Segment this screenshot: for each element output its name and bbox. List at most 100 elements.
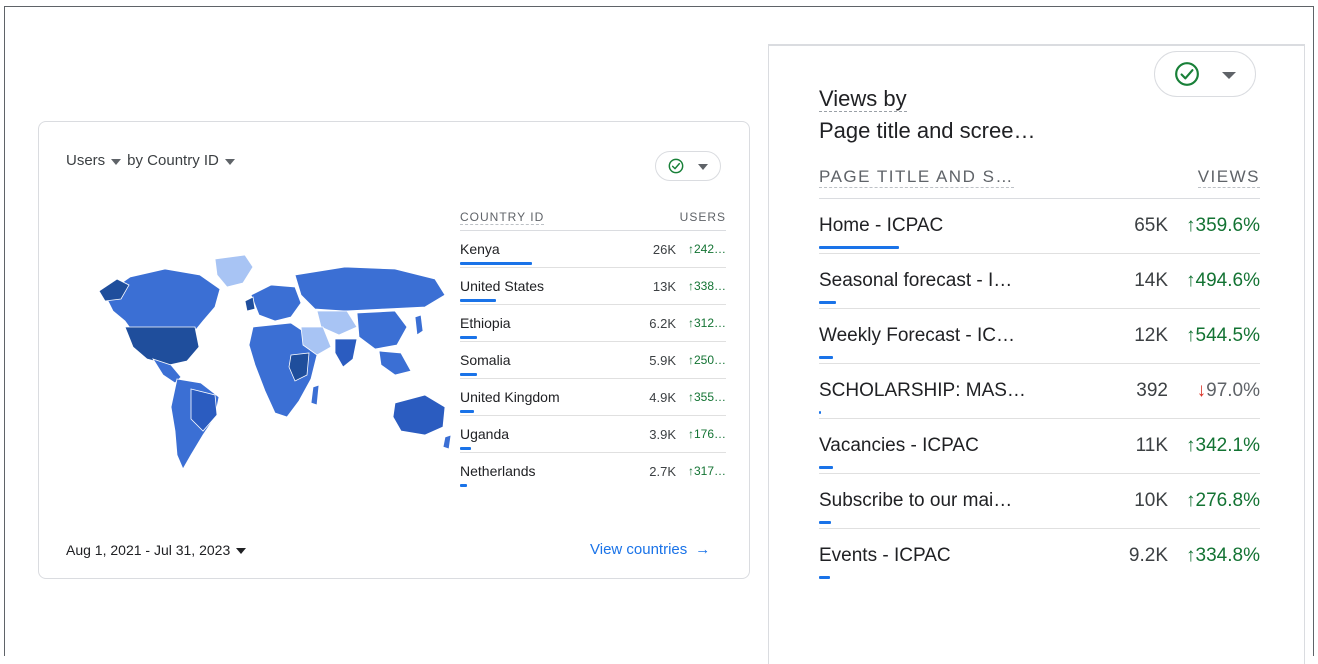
compare-button[interactable]: [655, 151, 721, 181]
table-row[interactable]: SCHOLARSHIP: MAS… 392 ↓97.0%: [819, 364, 1260, 419]
table-row[interactable]: Seasonal forecast - I… 14K ↑494.6%: [819, 254, 1260, 309]
card-header: Users by Country ID: [66, 152, 235, 169]
caret-down-icon: [236, 548, 247, 554]
views-change-value: 544.5%: [1195, 325, 1260, 346]
table-row[interactable]: United Kingdom 4.9K ↑355…: [460, 379, 726, 416]
users-by-country-card: Users by Country ID COUNTRY ID USERS Ken…: [38, 121, 750, 579]
views-change: ↑342.1%: [1168, 435, 1260, 457]
share-bar: [819, 356, 834, 359]
arrow-down-icon: ↓: [1196, 380, 1207, 401]
views-value: 14K: [1134, 270, 1168, 291]
views-change: ↑276.8%: [1168, 490, 1260, 512]
table-row[interactable]: Home - ICPAC 65K ↑359.6%: [819, 199, 1260, 254]
column-header-country[interactable]: COUNTRY ID: [460, 210, 545, 225]
views-by-page-card: Views by Page title and scree… PAGE TITL…: [768, 44, 1305, 664]
dimension-selector[interactable]: by Country ID: [127, 152, 219, 169]
world-map[interactable]: [95, 255, 453, 477]
country-name: Netherlands: [460, 463, 536, 479]
views-change: ↑544.5%: [1168, 325, 1260, 347]
table-row[interactable]: Subscribe to our mai… 10K ↑276.8%: [819, 474, 1260, 529]
page-title: Seasonal forecast - I…: [819, 270, 1013, 291]
card-title-line2[interactable]: Page title and scree…: [819, 118, 1035, 144]
page-title: Weekly Forecast - IC…: [819, 325, 1016, 346]
table-row[interactable]: Ethiopia 6.2K ↑312…: [460, 305, 726, 342]
metric-label[interactable]: Views by: [819, 86, 907, 112]
column-header-page-title[interactable]: PAGE TITLE AND S…: [819, 167, 1014, 188]
views-change-value: 359.6%: [1195, 215, 1260, 236]
users-change: ↑317…: [687, 464, 726, 478]
country-name: United States: [460, 278, 545, 294]
users-change: ↑250…: [687, 353, 726, 367]
table-row[interactable]: Netherlands 2.7K ↑317…: [460, 453, 726, 489]
share-bar: [460, 484, 468, 487]
page-title: Home - ICPAC: [819, 215, 944, 236]
share-bar: [460, 262, 532, 265]
map-region-uk: [244, 296, 256, 312]
caret-down-icon: [1222, 71, 1236, 79]
map-region-japan: [414, 314, 424, 336]
users-value: 4.9K: [649, 389, 676, 405]
users-change: ↑338…: [687, 279, 726, 293]
check-circle-icon: [1175, 62, 1199, 86]
map-region-madagascar: [310, 384, 320, 406]
share-bar: [460, 373, 477, 376]
arrow-up-icon: ↑: [1186, 270, 1196, 291]
map-region-australia: [392, 394, 446, 436]
views-value: 9.2K: [1128, 545, 1168, 566]
table-row[interactable]: Weekly Forecast - IC… 12K ↑544.5%: [819, 309, 1260, 364]
table-row[interactable]: Kenya 26K ↑242…: [460, 231, 726, 268]
views-change: ↓97.0%: [1168, 380, 1260, 402]
views-value: 392: [1136, 380, 1168, 401]
page-title: SCHOLARSHIP: MAS…: [819, 380, 1026, 401]
table-row[interactable]: Events - ICPAC 9.2K ↑334.8%: [819, 529, 1260, 583]
arrow-up-icon: ↑: [1186, 490, 1196, 511]
views-change-value: 342.1%: [1195, 435, 1260, 456]
map-region-india: [334, 338, 358, 368]
users-change: ↑355…: [687, 390, 726, 404]
users-change: ↑176…: [687, 427, 726, 441]
users-change: ↑312…: [687, 316, 726, 330]
table-row[interactable]: United States 13K ↑338…: [460, 268, 726, 305]
country-name: Ethiopia: [460, 315, 511, 331]
views-change-value: 276.8%: [1195, 490, 1260, 511]
country-name: Somalia: [460, 352, 511, 368]
arrow-up-icon: ↑: [1186, 545, 1196, 566]
compare-button[interactable]: [1154, 51, 1256, 97]
views-change-value: 97.0%: [1206, 380, 1260, 401]
views-value: 12K: [1134, 325, 1168, 346]
date-range-selector[interactable]: Aug 1, 2021 - Jul 31, 2023: [66, 542, 247, 558]
column-header-users[interactable]: USERS: [680, 210, 726, 224]
users-value: 2.7K: [649, 463, 676, 479]
arrow-up-icon: ↑: [1186, 325, 1196, 346]
view-countries-link[interactable]: View countries →: [590, 541, 710, 558]
table-row[interactable]: Somalia 5.9K ↑250…: [460, 342, 726, 379]
map-region-russia: [294, 266, 446, 312]
share-bar: [460, 447, 471, 450]
date-range-label: Aug 1, 2021 - Jul 31, 2023: [66, 542, 231, 558]
card-title-line1: Views by: [819, 86, 907, 112]
views-change-value: 334.8%: [1195, 545, 1260, 566]
map-region-southeast-asia: [378, 350, 412, 376]
column-header-views[interactable]: VIEWS: [1197, 167, 1260, 188]
metric-selector[interactable]: Users: [66, 152, 105, 169]
share-bar: [819, 411, 821, 414]
page-title: Vacancies - ICPAC: [819, 435, 979, 456]
users-value: 13K: [652, 278, 676, 294]
check-circle-icon: [668, 158, 684, 174]
share-bar: [819, 576, 831, 579]
arrow-up-icon: ↑: [1186, 435, 1196, 456]
caret-down-icon[interactable]: [111, 158, 122, 165]
caret-down-icon[interactable]: [224, 158, 235, 165]
views-change: ↑359.6%: [1168, 215, 1260, 237]
share-bar: [460, 299, 496, 302]
country-name: Kenya: [460, 241, 500, 257]
share-bar: [819, 301, 836, 304]
map-region-china: [356, 310, 408, 350]
table-row[interactable]: Vacancies - ICPAC 11K ↑342.1%: [819, 419, 1260, 474]
page-views-table: PAGE TITLE AND S… VIEWS Home - ICPAC 65K ↑…: [819, 156, 1260, 583]
table-row[interactable]: Uganda 3.9K ↑176…: [460, 416, 726, 453]
map-region-usa: [124, 326, 200, 366]
views-change: ↑334.8%: [1168, 545, 1260, 567]
map-region-europe: [250, 284, 302, 322]
users-value: 3.9K: [649, 426, 676, 442]
